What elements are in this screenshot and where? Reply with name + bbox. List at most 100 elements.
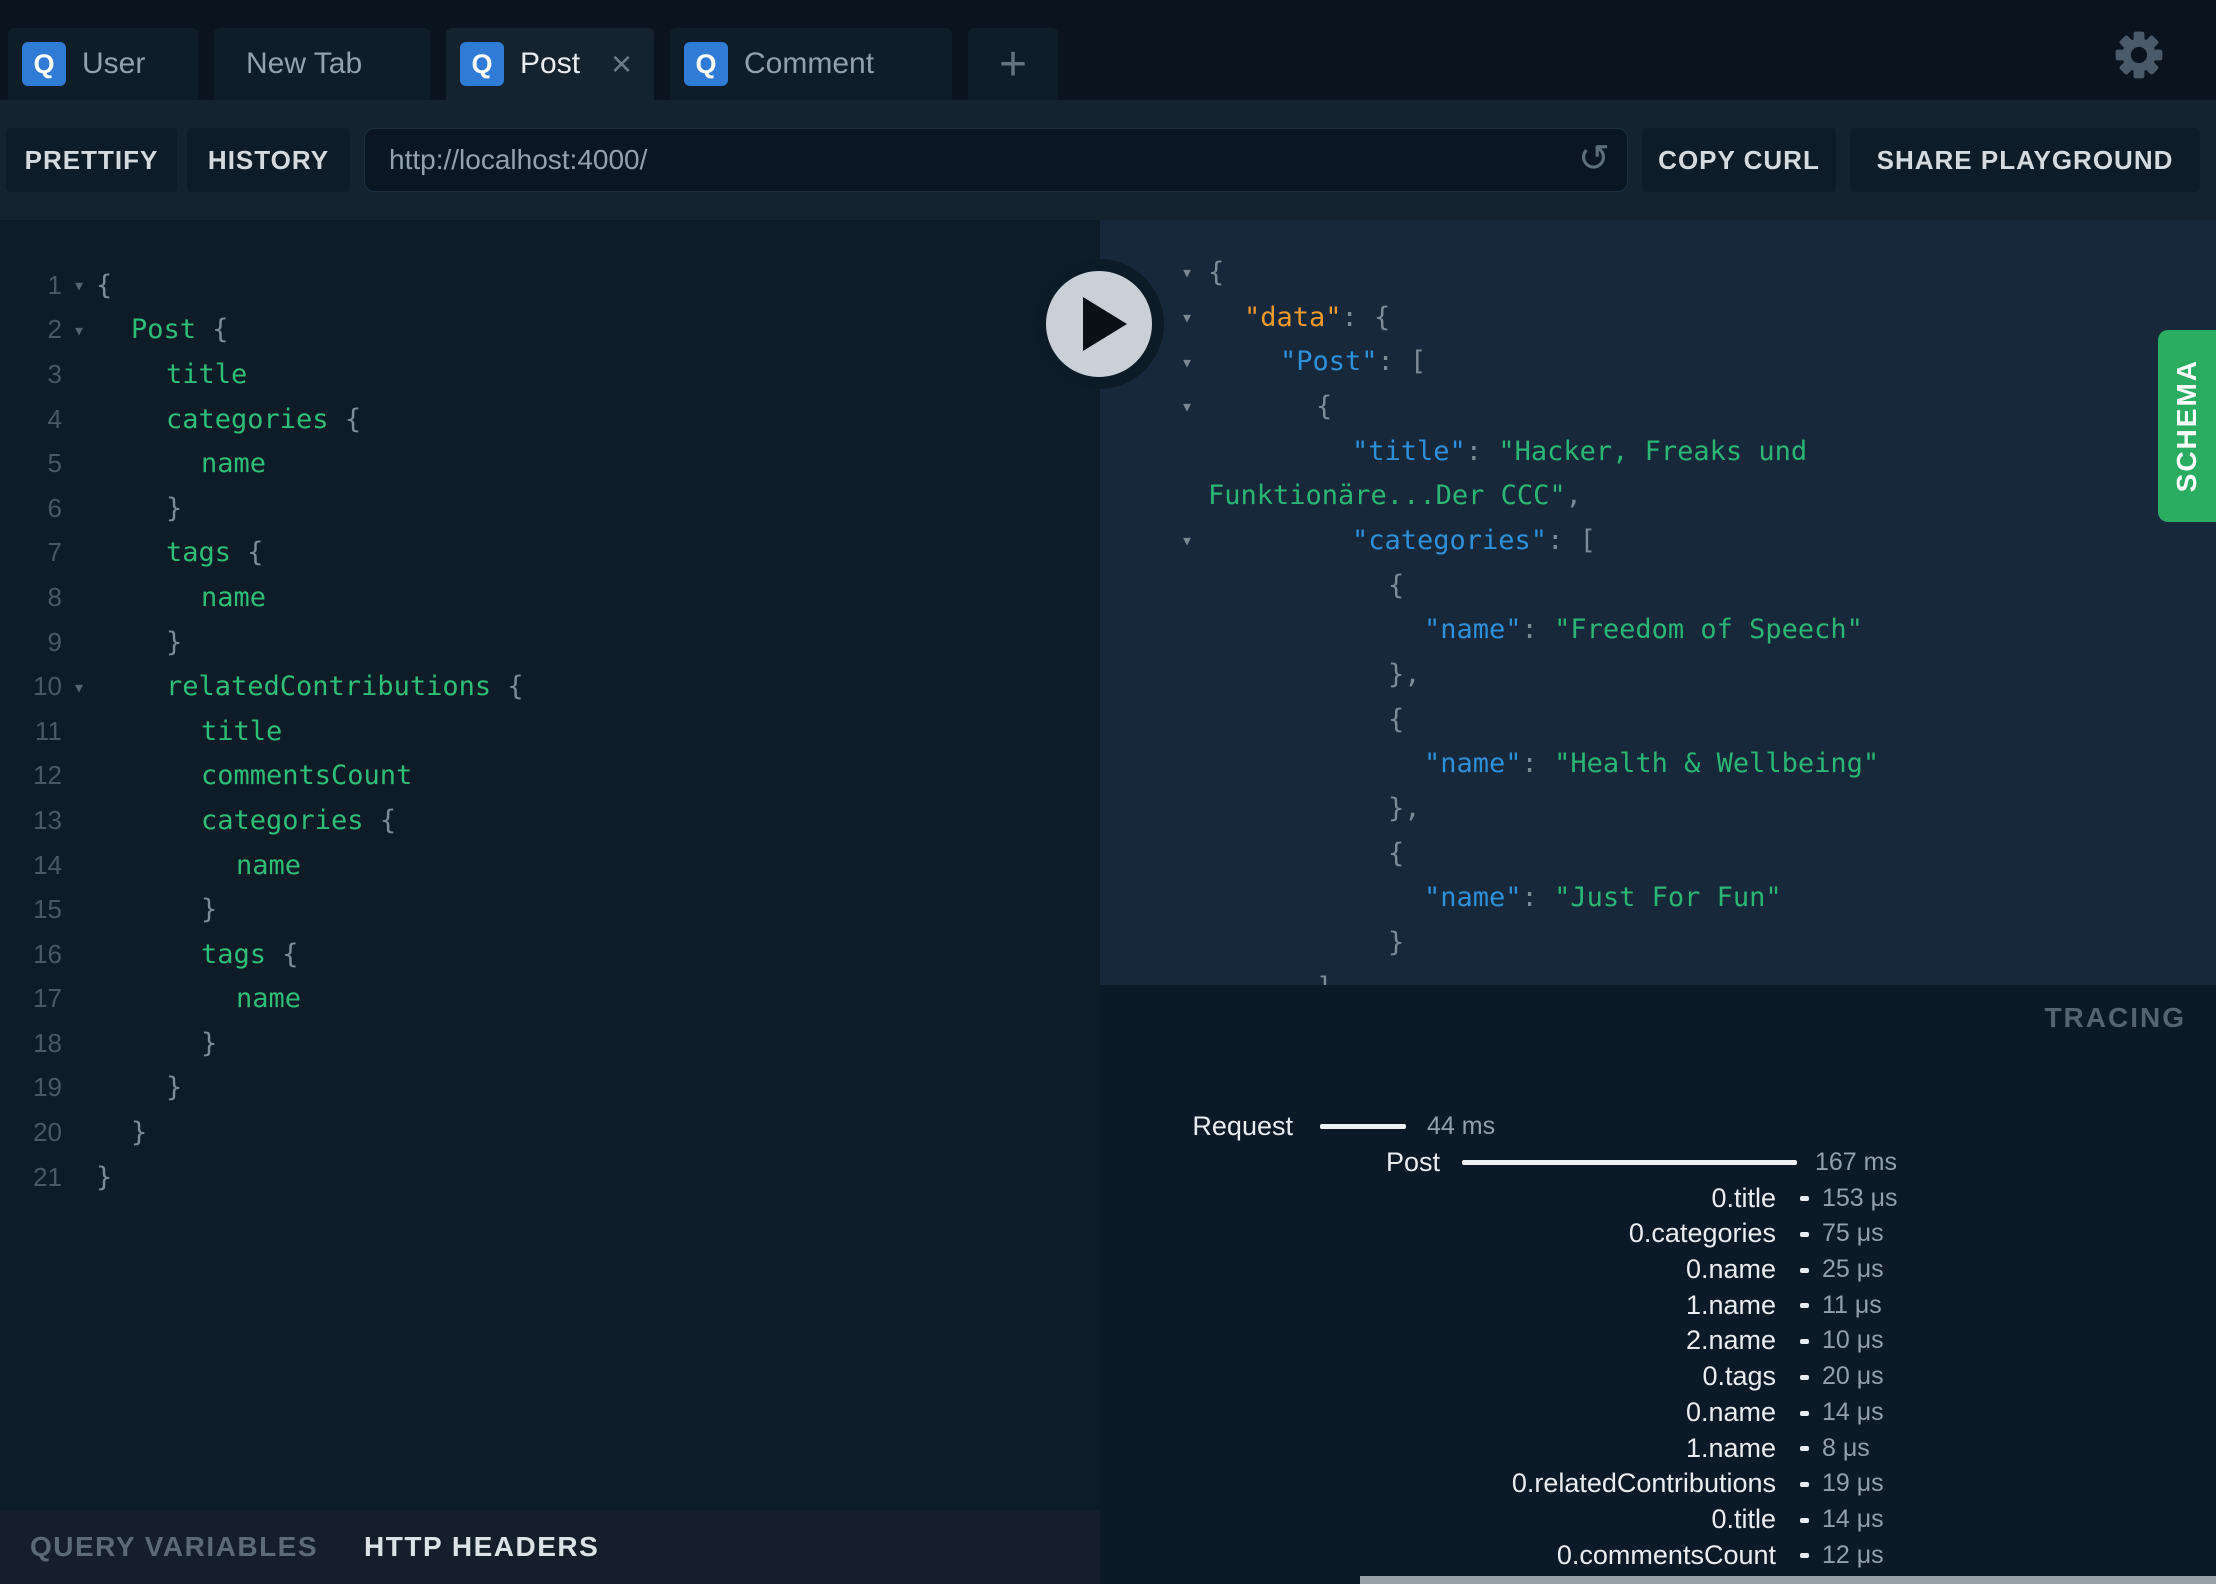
trace-dash [1800,1446,1809,1452]
trace-resolver-row: 0.commentsCount 12 μs [1100,1537,2216,1573]
fold-arrow-icon[interactable]: ▾ [62,675,96,699]
trace-resolver-row: 2.name 10 μs [1100,1323,2216,1359]
response-line: "title": "Hacker, Freaks und [1352,435,1808,467]
trace-bar [1320,1124,1406,1129]
code-line: 11 title [0,709,1100,754]
tab-post[interactable]: Q Post × [446,28,654,100]
fold-arrow-icon[interactable]: ▾ [1172,260,1202,284]
response-line: { [1388,569,1405,601]
trace-label: 0.commentsCount [1556,1539,1776,1570]
response-line: ▾ "data": { [1100,295,2216,340]
code-line: 19} [0,1066,1100,1111]
trace-resolver-row: 0.title 14 μs [1100,1502,2216,1538]
refresh-schema-icon[interactable]: ↺ [1578,136,1610,181]
response-line: ] [1100,965,2216,985]
trace-time: 14 μs [1822,1397,1884,1426]
trace-dash [1800,1232,1809,1238]
trace-resolver-row: 1.name 8 μs [1100,1430,2216,1466]
trace-dash [1800,1339,1809,1345]
execute-query-button[interactable] [1034,259,1164,389]
fold-arrow-icon[interactable]: ▾ [1172,350,1202,374]
trace-dash [1800,1374,1809,1380]
trace-label: 0.categories [1628,1218,1776,1249]
code-line: 10 ▾ relatedContributions { [0,664,1100,709]
play-icon [1083,297,1127,351]
tracing-panel: TRACING Request 44 ms Post 167 ms 0.title 153… [1100,985,2216,1584]
code-line: 4 categories { [0,397,1100,442]
line-number: 11 [35,715,62,746]
code-line: 12 commentsCount [0,754,1100,799]
trace-label: 0.relatedContributions [1511,1468,1776,1499]
query-variables-tab[interactable]: QUERY VARIABLES [30,1531,318,1563]
settings-button[interactable] [2114,30,2164,80]
line-number: 4 [47,403,62,434]
line-number: 12 [33,760,62,791]
trace-span-row: Request 44 ms [1100,1109,2216,1145]
trace-resolver-row: 1.name 11 μs [1100,1287,2216,1323]
trace-time: 153 μs [1822,1183,1898,1212]
response-lines: ▾{▾ "data": {▾ "Post": [▾{"title": "Hacker… [1100,250,2216,985]
line-number: 18 [33,1027,62,1058]
copy-curl-button[interactable]: COPY CURL [1642,128,1836,192]
trace-label: 0.name [1685,1254,1776,1285]
response-line: }, [1388,793,1421,825]
query-editor-lines: 1 ▾{2 ▾ Post {3 title 4 categories {5 name 6} 7 ta… [0,263,1100,1199]
trace-time: 19 μs [1822,1469,1884,1498]
main-area: 1 ▾{2 ▾ Post {3 title 4 categories {5 name 6} 7 ta… [0,220,2216,1584]
endpoint-url-wrap: ↺ [364,128,1628,192]
trace-dash [1800,1517,1809,1523]
trace-label: 0.name [1685,1396,1776,1427]
trace-resolver-row: 0.name 25 μs [1100,1252,2216,1288]
fold-arrow-icon[interactable]: ▾ [1172,305,1202,329]
code-line: 9} [0,620,1100,665]
code-line: 7 tags { [0,531,1100,576]
code-line: 14 name [0,843,1100,888]
trace-label: 0.title [1711,1182,1776,1213]
trace-time: 20 μs [1822,1362,1884,1391]
line-number: 14 [33,849,62,880]
close-tab-icon[interactable]: × [599,46,632,82]
tab-comment[interactable]: Q Comment [670,28,952,100]
response-viewer: ▾{▾ "data": {▾ "Post": [▾{"title": "Hacker… [1100,220,2216,985]
trace-bar [1462,1159,1797,1165]
code-line: 13 categories { [0,798,1100,843]
trace-rows: Request 44 ms Post 167 ms 0.title 153 μs 0.cat… [1100,1109,2216,1584]
line-number: 15 [33,894,62,925]
trace-time: 25 μs [1822,1255,1884,1284]
fold-arrow-icon[interactable]: ▾ [1172,528,1202,552]
line-number: 2 [47,314,62,345]
schema-side-tab[interactable]: SCHEMA [2158,330,2216,522]
line-number: 7 [47,537,62,568]
http-headers-tab[interactable]: HTTP HEADERS [364,1531,599,1563]
history-button[interactable]: HISTORY [187,128,350,192]
line-number: 9 [47,626,62,657]
fold-arrow-icon[interactable]: ▾ [1172,394,1202,418]
fold-arrow-icon[interactable]: ▾ [62,318,96,342]
endpoint-url-input[interactable] [364,128,1628,192]
trace-time: 167 ms [1815,1148,1897,1177]
prettify-button[interactable]: PRETTIFY [6,128,177,192]
trace-span-row: Post 167 ms [1100,1145,2216,1181]
trace-dash [1800,1196,1809,1202]
tab-label: Post [520,47,581,80]
trace-label: 1.name [1685,1432,1776,1463]
response-line: } [1388,927,1405,959]
fold-arrow-icon[interactable]: ▾ [62,273,96,297]
query-badge: Q [460,42,504,86]
trace-resolver-row: 0.tags 20 μs [1100,1359,2216,1395]
query-badge: Q [22,42,66,86]
tab-new-tab[interactable]: New Tab [214,28,430,100]
share-playground-button[interactable]: SHARE PLAYGROUND [1850,128,2200,192]
query-editor[interactable]: 1 ▾{2 ▾ Post {3 title 4 categories {5 name 6} 7 ta… [0,220,1100,1510]
response-line: ▾{ [1100,384,2216,429]
new-tab-button[interactable]: + [968,28,1058,100]
response-line: "name": "Freedom of Speech" [1424,614,1863,646]
tab-label: Comment [744,47,875,80]
tracing-horizontal-scrollbar[interactable] [1360,1576,2216,1584]
tab-user[interactable]: Q User [8,28,198,100]
code-line: 16 tags { [0,932,1100,977]
tab-label: New Tab [246,47,363,80]
line-number: 21 [33,1161,62,1192]
trace-resolver-row: 0.title 153 μs [1100,1180,2216,1216]
line-number: 19 [33,1072,62,1103]
